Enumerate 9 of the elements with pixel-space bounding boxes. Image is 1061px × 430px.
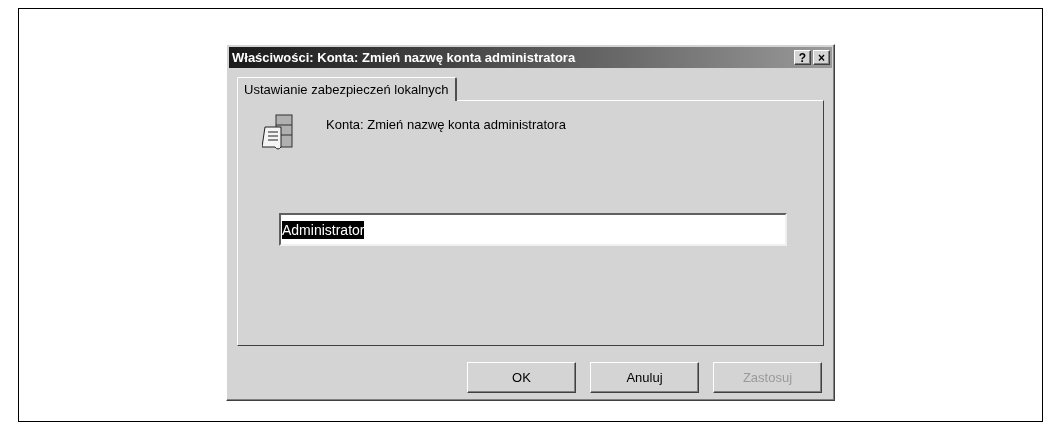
close-button[interactable]: × (813, 50, 830, 65)
input-value: Administrator (282, 220, 365, 239)
dialog-button[interactable]: OK (467, 362, 576, 393)
help-button[interactable]: ? (794, 50, 811, 65)
window-title: Właściwości: Konta: Zmień nazwę konta administratora (232, 48, 577, 67)
policy-name: Konta: Zmień nazwę konta administratora (326, 116, 566, 134)
dialog-button[interactable]: Anuluj (590, 362, 699, 393)
tab[interactable]: Ustawianie zabezpieczeń lokalnych (237, 77, 457, 101)
name-input-field[interactable]: Administrator (279, 213, 787, 246)
